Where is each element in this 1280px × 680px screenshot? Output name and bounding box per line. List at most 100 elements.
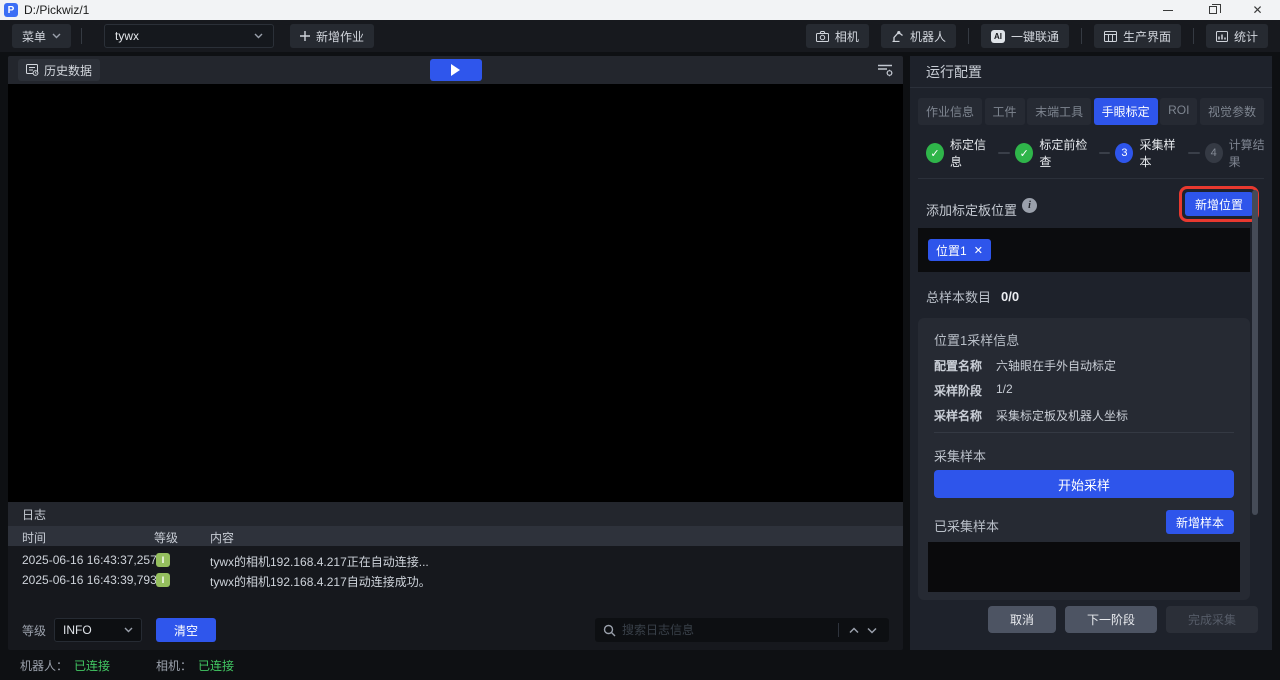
info-icon[interactable]: i xyxy=(1022,198,1037,213)
menu-button[interactable]: 菜单 xyxy=(12,24,71,48)
tab-workpiece[interactable]: 工件 xyxy=(985,98,1025,125)
stats-button[interactable]: 统计 xyxy=(1206,24,1268,48)
robot-status-label: 机器人： xyxy=(20,657,68,674)
log-row[interactable]: 2025-06-16 16:43:37,257 I tywx的相机192.168… xyxy=(8,550,903,570)
view-settings-button[interactable] xyxy=(877,63,893,77)
config-name-field: 配置名称 六轴眼在手外自动标定 xyxy=(934,357,1116,374)
close-icon: ✕ xyxy=(1252,4,1262,16)
step-label: 标定前检查 xyxy=(1039,136,1093,170)
position-tag[interactable]: 位置1 ✕ xyxy=(928,239,991,261)
history-data-button-label: 历史数据 xyxy=(44,62,92,79)
step-collect-samples[interactable]: 3 采集样本 xyxy=(1115,136,1182,170)
add-position-button[interactable]: 新增位置 xyxy=(1185,192,1253,216)
new-job-button-label: 新增作业 xyxy=(316,28,364,45)
log-row[interactable]: 2025-06-16 16:43:39,793 I tywx的相机192.168… xyxy=(8,570,903,590)
chevron-down-icon xyxy=(867,627,877,634)
log-level-filter-label: 等级 xyxy=(22,622,46,639)
annotation-highlight: 新增位置 xyxy=(1179,186,1259,222)
minimize-icon xyxy=(1163,10,1173,11)
robot-icon xyxy=(891,30,904,42)
add-sample-button[interactable]: 新增样本 xyxy=(1166,510,1234,534)
search-prev-button[interactable] xyxy=(845,625,863,636)
robot-button[interactable]: 机器人 xyxy=(881,24,956,48)
log-row-time: 2025-06-16 16:43:39,793 xyxy=(22,573,157,587)
step-pre-check[interactable]: ✓ 标定前检查 xyxy=(1015,136,1093,170)
camera-icon xyxy=(816,31,829,42)
log-search-box xyxy=(595,618,889,642)
search-next-button[interactable] xyxy=(863,625,881,636)
log-search-input[interactable] xyxy=(622,623,832,637)
plus-icon xyxy=(300,31,310,41)
production-view-button[interactable]: 生产界面 xyxy=(1094,24,1181,48)
position-tag-label: 位置1 xyxy=(936,242,967,259)
bar-chart-icon xyxy=(1216,31,1228,42)
search-icon xyxy=(603,624,616,637)
sampling-info-panel: 位置1采样信息 配置名称 六轴眼在手外自动标定 采样阶段 1/2 采样名称 采集… xyxy=(918,318,1250,600)
toolbar-divider xyxy=(81,28,82,44)
total-samples-label: 总样本数目 xyxy=(926,287,991,306)
field-label: 配置名称 xyxy=(934,357,996,374)
collected-samples-list[interactable] xyxy=(928,542,1240,592)
close-button[interactable]: ✕ xyxy=(1235,0,1280,20)
log-row-content: tywx的相机192.168.4.217自动连接成功。 xyxy=(210,573,431,590)
step-connector xyxy=(1188,152,1200,154)
history-data-button[interactable]: 历史数据 xyxy=(18,59,100,81)
tab-end-tool[interactable]: 末端工具 xyxy=(1027,98,1091,125)
next-stage-button[interactable]: 下一阶段 xyxy=(1065,606,1157,633)
tab-hand-eye-calibration[interactable]: 手眼标定 xyxy=(1094,98,1158,125)
config-footer: 取消 下一阶段 完成采集 xyxy=(988,606,1258,633)
clear-log-button[interactable]: 清空 xyxy=(156,618,216,642)
step-calibration-info[interactable]: ✓ 标定信息 xyxy=(926,136,993,170)
tab-vision-params[interactable]: 视觉参数 xyxy=(1200,98,1264,125)
job-select[interactable]: tywx xyxy=(104,24,274,48)
minimize-button[interactable] xyxy=(1145,0,1190,20)
position-tag-list: 位置1 ✕ xyxy=(918,228,1250,272)
scrollbar[interactable] xyxy=(1252,190,1258,515)
step-compute-result[interactable]: 4 计算结果 xyxy=(1205,136,1272,170)
run-config-panel: 运行配置 作业信息 工件 末端工具 手眼标定 ROI 视觉参数 ✓ 标定信息 ✓… xyxy=(910,56,1272,650)
start-sampling-button[interactable]: 开始采样 xyxy=(934,470,1234,498)
calibration-steps: ✓ 标定信息 ✓ 标定前检查 3 采集样本 4 计算结果 xyxy=(926,136,1272,170)
sampling-name-field: 采样名称 采集标定板及机器人坐标 xyxy=(934,407,1128,424)
log-row-content: tywx的相机192.168.4.217正在自动连接... xyxy=(210,553,429,570)
tab-job-info[interactable]: 作业信息 xyxy=(918,98,982,125)
step-connector xyxy=(1099,152,1111,154)
toolbar-divider xyxy=(968,28,969,44)
tab-roi[interactable]: ROI xyxy=(1160,98,1197,125)
remove-position-icon[interactable]: ✕ xyxy=(974,244,983,257)
camera-status-value: 已连接 xyxy=(198,657,234,674)
sampling-stage-field: 采样阶段 1/2 xyxy=(934,382,1013,399)
divider xyxy=(934,432,1234,433)
new-job-button[interactable]: 新增作业 xyxy=(290,24,374,48)
step-connector xyxy=(998,152,1010,154)
chevron-down-icon xyxy=(124,627,133,633)
ai-connect-button[interactable]: AI 一键联通 xyxy=(981,24,1069,48)
restore-button[interactable] xyxy=(1190,0,1235,20)
image-viewport[interactable] xyxy=(8,84,903,502)
field-label: 采样名称 xyxy=(934,407,996,424)
app-logo-icon: P xyxy=(4,3,18,17)
list-settings-icon xyxy=(877,63,893,77)
window-titlebar: P D:/Pickwiz/1 ✕ xyxy=(0,0,1280,20)
cancel-button[interactable]: 取消 xyxy=(988,606,1056,633)
field-label: 采样阶段 xyxy=(934,382,996,399)
finish-collection-button[interactable]: 完成采集 xyxy=(1166,606,1258,633)
step-label: 计算结果 xyxy=(1229,136,1272,170)
step-label: 采集样本 xyxy=(1139,136,1182,170)
log-section-title: 日志 xyxy=(22,506,46,523)
log-level-select[interactable]: INFO xyxy=(54,618,142,642)
history-data-icon xyxy=(26,64,39,76)
field-value: 1/2 xyxy=(996,382,1013,399)
camera-button[interactable]: 相机 xyxy=(806,24,869,48)
chevron-up-icon xyxy=(849,627,859,634)
menu-button-label: 菜单 xyxy=(22,28,46,45)
ai-connect-button-label: 一键联通 xyxy=(1011,28,1059,45)
run-button[interactable] xyxy=(430,59,482,81)
camera-status-label: 相机： xyxy=(156,657,192,674)
production-grid-icon xyxy=(1104,31,1117,42)
log-rows: 2025-06-16 16:43:37,257 I tywx的相机192.168… xyxy=(8,550,903,590)
field-value: 六轴眼在手外自动标定 xyxy=(996,357,1116,374)
toolbar-divider xyxy=(1193,28,1194,44)
chevron-down-icon xyxy=(52,33,61,39)
status-bar: 机器人： 已连接 相机： 已连接 xyxy=(0,650,1280,680)
